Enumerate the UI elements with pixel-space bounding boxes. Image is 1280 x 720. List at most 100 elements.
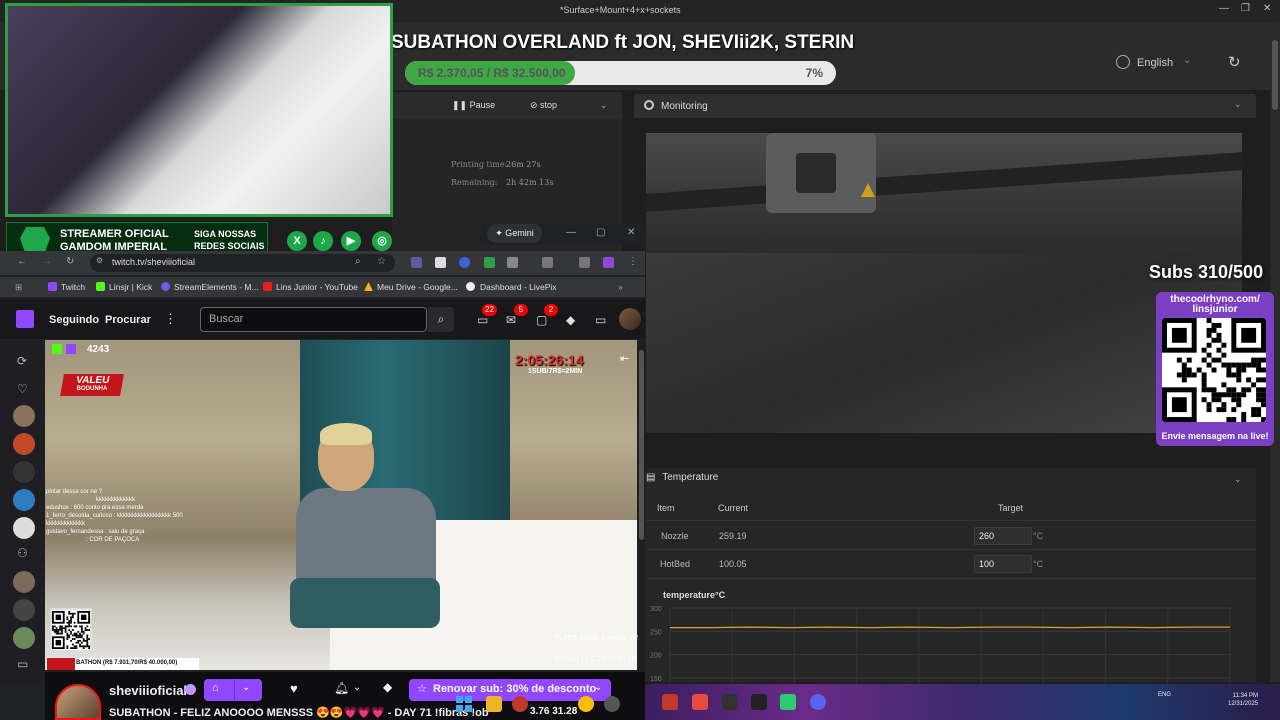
taskbar-app-icon[interactable] — [722, 694, 738, 710]
scrollbar-thumb[interactable] — [639, 350, 644, 540]
close-icon[interactable]: ✕ — [1263, 3, 1271, 14]
discord-icon[interactable] — [810, 694, 826, 710]
followed-channel-avatar[interactable] — [13, 517, 35, 539]
hotbed-target-input[interactable]: 100 — [974, 555, 1032, 573]
bits-icon[interactable]: ▭ — [595, 313, 606, 327]
video-icon[interactable]: ▭ — [17, 657, 28, 671]
apps-grid-icon[interactable]: ⊞ — [15, 282, 22, 293]
cast-icon[interactable] — [542, 257, 553, 268]
terminal-icon[interactable] — [751, 694, 767, 710]
monitoring-header[interactable] — [634, 94, 1256, 118]
recommended-channel-avatar[interactable] — [13, 627, 35, 649]
nav-following[interactable]: Seguindo — [49, 314, 99, 326]
extensions-puzzle-icon[interactable] — [507, 257, 518, 268]
follow-heart-icon[interactable]: ♥ — [290, 681, 298, 696]
temperature-label: Temperature — [662, 472, 719, 483]
taskbar-app-icon[interactable] — [512, 696, 528, 712]
tiktok-icon: ♪ — [313, 231, 333, 251]
chevron-down-icon[interactable]: ⌄ — [1234, 99, 1242, 110]
extension-icon[interactable] — [459, 257, 470, 268]
chevron-down-icon[interactable]: ⌄ — [242, 682, 250, 693]
speed-temp-time-hud: 0 KM/H 12°C 10:39:00 PM — [555, 656, 638, 663]
star-icon: ☆ — [417, 683, 427, 695]
followed-channel-avatar[interactable] — [13, 461, 35, 483]
chevron-down-icon[interactable]: ⌄ — [1183, 55, 1191, 66]
windows-start-icon[interactable] — [456, 696, 472, 712]
temperature-header[interactable]: ▤ Temperature — [646, 472, 718, 483]
bookmark-item[interactable]: Meu Drive - Google... — [377, 282, 458, 292]
bookmark-item[interactable]: Twitch — [61, 282, 85, 292]
prime-icon[interactable]: ◆ — [566, 313, 575, 327]
refresh-icon[interactable]: ↻ — [1228, 53, 1241, 71]
followed-channel-avatar[interactable] — [13, 489, 35, 511]
notifications-bell-icon[interactable]: 🔔︎ — [334, 681, 349, 695]
tray-language[interactable]: ENG — [1158, 692, 1171, 698]
stop-button[interactable]: ⊘ stop — [530, 100, 557, 111]
gemini-button[interactable]: ✦ Gemini — [487, 224, 542, 243]
extension-icon[interactable] — [411, 257, 422, 268]
maximize-icon[interactable]: ▢ — [596, 227, 605, 238]
close-icon[interactable]: ✕ — [627, 227, 635, 238]
minimize-icon[interactable]: — — [566, 227, 576, 238]
exit-theater-icon[interactable]: ⇤ — [620, 352, 629, 365]
globe-icon[interactable] — [1116, 55, 1130, 69]
reload-icon[interactable]: ↻ — [66, 256, 74, 267]
collapse-sidebar-icon[interactable]: ⟳ — [17, 354, 27, 368]
bookmarks-overflow-icon[interactable]: » — [618, 282, 623, 292]
bookmark-item[interactable]: Lins Junior - YouTube — [276, 282, 358, 292]
chevron-down-icon[interactable]: ⌄ — [600, 100, 608, 111]
prime-crown-icon[interactable]: ◆ — [383, 680, 392, 694]
recommended-channel-avatar[interactable] — [13, 599, 35, 621]
extension-icon[interactable] — [484, 257, 495, 268]
inbox-icon[interactable]: ✉ — [506, 313, 516, 327]
kebab-menu-icon[interactable]: ⋮ — [628, 256, 638, 267]
user-avatar[interactable] — [619, 308, 641, 330]
followed-channel-avatar[interactable] — [13, 433, 35, 455]
minimize-icon[interactable]: — — [1219, 3, 1229, 14]
alert-valeu-sub: BODUNHA — [76, 386, 108, 392]
chevron-down-icon[interactable]: ⌄ — [594, 682, 602, 693]
bookmark-item[interactable]: Dashboard - LivePix — [480, 282, 557, 292]
recommended-channel-avatar[interactable] — [13, 571, 35, 593]
search-input[interactable]: Buscar — [200, 307, 427, 332]
profile-icon[interactable] — [603, 257, 614, 268]
whispers-icon[interactable]: ▢ — [536, 313, 547, 327]
nav-browse[interactable]: Procurar — [105, 314, 151, 326]
taskbar-app-icon[interactable] — [780, 694, 796, 710]
bookmark-star-icon[interactable]: ☆ — [377, 256, 386, 267]
media-icon[interactable] — [579, 257, 590, 268]
taskbar-app-icon[interactable] — [634, 694, 650, 710]
tray-clock[interactable]: 11:34 PM 12/31/2025 — [1228, 692, 1258, 708]
app-window-title: *Surface+Mount+4+x+sockets — [560, 5, 681, 15]
nozzle-target-input[interactable]: 260 — [974, 527, 1032, 545]
site-info-icon[interactable]: ⚙ — [96, 256, 103, 265]
channel-name[interactable]: sheviiioficial — [109, 683, 187, 698]
twitch-logo-icon[interactable] — [16, 310, 34, 328]
bookmark-item[interactable]: Linsjr | Kick — [109, 282, 152, 292]
url-text[interactable]: twitch.tv/sheviiioficial — [112, 257, 195, 267]
back-icon[interactable]: ← — [17, 256, 27, 267]
divider — [646, 578, 1256, 579]
scrollbar-thumb[interactable] — [1272, 40, 1278, 110]
chat-line: pintar dessa cor ne ? — [46, 489, 103, 495]
more-icon[interactable]: ⋮ — [164, 311, 177, 327]
google-icon[interactable] — [435, 257, 446, 268]
pause-button[interactable]: ❚❚ Pause — [452, 100, 495, 111]
search-icon[interactable]: ⌕ — [428, 307, 454, 332]
taskbar-app-icon[interactable] — [662, 694, 678, 710]
file-explorer-icon[interactable] — [486, 696, 502, 712]
followed-channel-avatar[interactable] — [13, 405, 35, 427]
zoom-icon[interactable]: ⌕ — [355, 256, 361, 267]
twitch-icon — [66, 344, 76, 354]
recommended-icon[interactable]: ⚇ — [17, 546, 28, 560]
following-heart-icon[interactable]: ♡ — [17, 382, 28, 396]
taskbar-app-icon[interactable] — [604, 696, 620, 712]
language-selector[interactable]: English — [1137, 57, 1173, 69]
chrome-icon[interactable] — [578, 696, 594, 712]
bookmark-item[interactable]: StreamElements - M... — [174, 282, 259, 292]
forward-icon[interactable]: → — [42, 256, 52, 267]
chevron-down-icon[interactable]: ⌄ — [353, 682, 361, 693]
maximize-icon[interactable]: ❐ — [1241, 3, 1250, 14]
chevron-down-icon[interactable]: ⌄ — [1234, 474, 1242, 485]
taskbar-app-icon[interactable] — [692, 694, 708, 710]
